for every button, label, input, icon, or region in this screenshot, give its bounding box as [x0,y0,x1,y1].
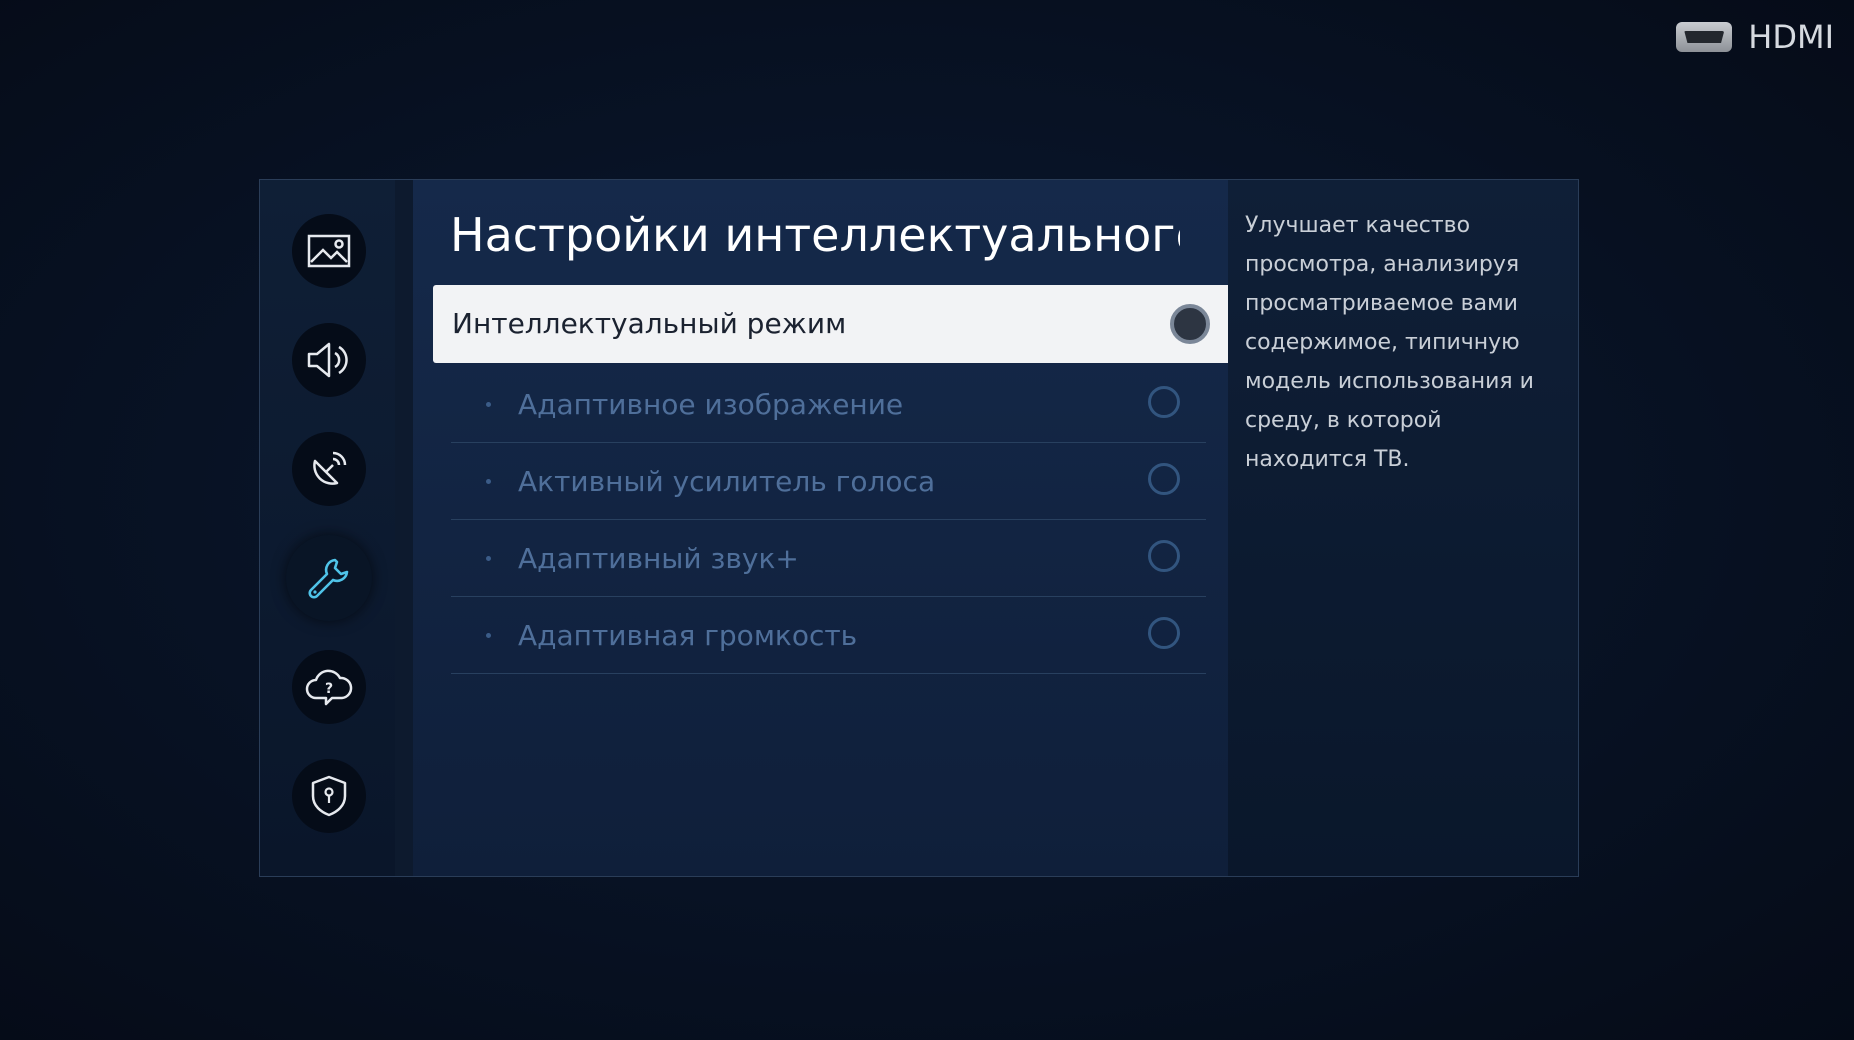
sidebar-item-broadcast[interactable] [292,432,366,506]
bullet-icon [486,633,491,638]
settings-panel: ? Настройки интеллектуального р Интеллек… [259,179,1579,877]
option-intelligent-mode[interactable]: Интеллектуальный режим [433,285,1232,363]
sidebar-item-support[interactable]: ? [292,650,366,724]
option-adaptive-sound[interactable]: Адаптивный звук+ [451,520,1206,597]
option-radio[interactable] [1148,386,1180,418]
option-radio[interactable] [1148,540,1180,572]
wrench-icon [308,558,349,599]
sidebar-item-privacy[interactable] [292,759,366,833]
sidebar-item-picture[interactable] [292,214,366,288]
cloud-question-icon: ? [305,669,353,706]
bullet-icon [486,556,491,561]
sidebar-item-general[interactable] [286,535,372,621]
help-panel: Улучшает качество просмотра, анализируя … [1228,180,1578,876]
satellite-dish-icon [313,451,347,485]
shield-icon [311,775,347,817]
source-label: HDMI [1748,18,1834,56]
svg-text:?: ? [325,681,333,697]
option-label: Интеллектуальный режим [452,307,847,340]
sidebar-divider [395,180,413,876]
option-label: Активный усилитель голоса [518,465,936,498]
option-radio[interactable] [1148,463,1180,495]
bullet-icon [486,479,491,484]
picture-icon [307,234,351,268]
option-active-voice-amplifier[interactable]: Активный усилитель голоса [451,443,1206,520]
option-label: Адаптивная громкость [518,619,858,652]
option-radio[interactable] [1170,304,1210,344]
option-label: Адаптивный звук+ [518,542,799,575]
bullet-icon [486,402,491,407]
settings-content: Настройки интеллектуального р Интеллекту… [413,180,1232,876]
page-title: Настройки интеллектуального р [450,208,1180,262]
sound-icon [307,342,348,378]
hdmi-port-icon [1676,22,1733,52]
sidebar-item-sound[interactable] [292,323,366,397]
option-radio[interactable] [1148,617,1180,649]
help-text: Улучшает качество просмотра, анализируя … [1245,213,1534,472]
source-indicator: HDMI [1676,18,1834,56]
option-label: Адаптивное изображение [518,388,904,421]
option-adaptive-picture[interactable]: Адаптивное изображение [451,366,1206,443]
settings-sidebar: ? [260,180,395,876]
option-adaptive-volume[interactable]: Адаптивная громкость [451,597,1206,674]
